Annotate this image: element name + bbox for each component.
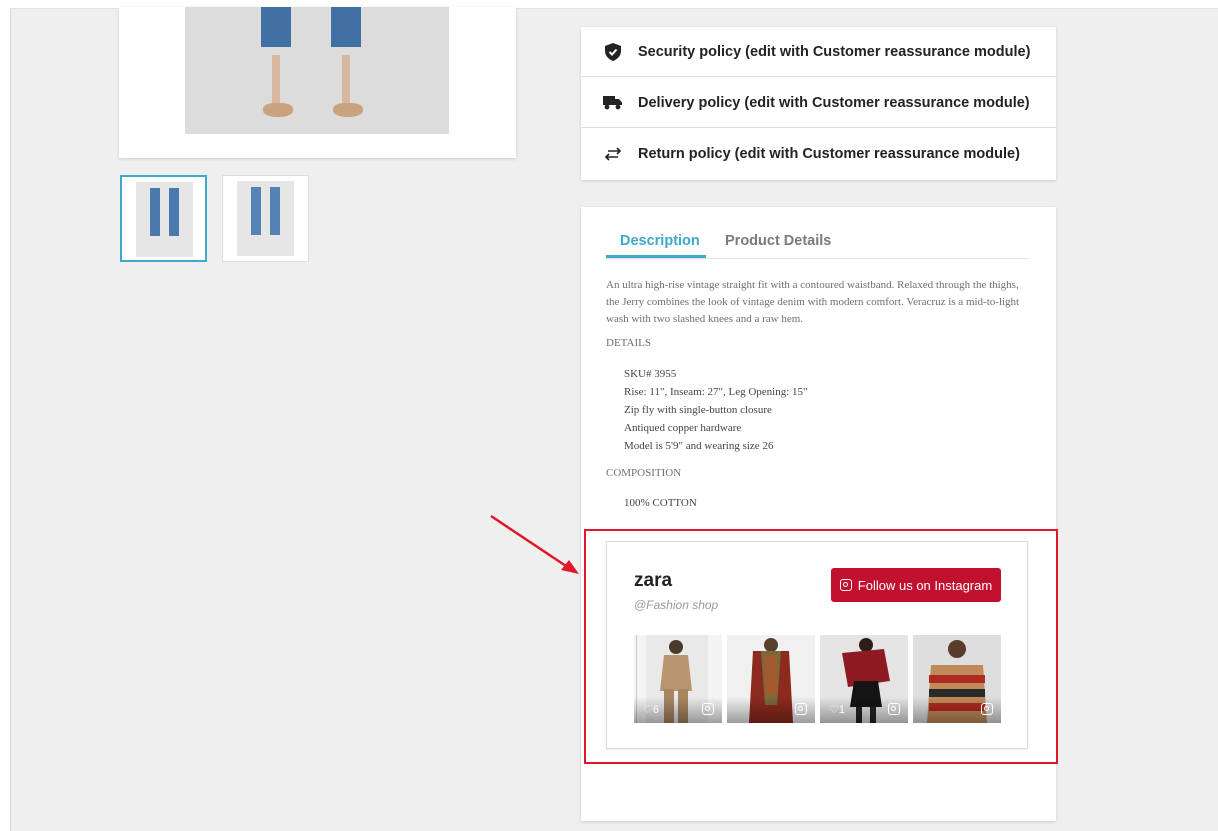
annotation-arrow-icon <box>490 514 579 574</box>
follow-instagram-button[interactable]: Follow us on Instagram <box>831 568 1001 602</box>
instagram-account-name[interactable]: zara <box>634 570 672 592</box>
thumbnail-front[interactable] <box>120 175 207 262</box>
instagram-post[interactable] <box>913 635 1001 723</box>
jeans-left-leg <box>261 7 291 47</box>
composition-value: 100% COTTON <box>624 497 697 509</box>
delivery-policy-label: Delivery policy (edit with Customer reas… <box>638 94 1030 111</box>
instagram-icon <box>702 703 714 715</box>
product-tabs: Description Product Details <box>606 231 1028 259</box>
jeans-right-leg <box>331 7 361 47</box>
instagram-handle: @Fashion shop <box>634 598 719 612</box>
security-policy-label: Security policy (edit with Customer reas… <box>638 43 1031 60</box>
shield-check-icon <box>602 42 624 61</box>
swap-arrows-icon <box>602 147 624 161</box>
instagram-post[interactable]: ♡1 <box>820 635 908 723</box>
instagram-post[interactable]: ♡6 <box>634 635 722 723</box>
main-product-image[interactable] <box>119 7 516 158</box>
left-ankle <box>272 55 280 105</box>
right-shoe <box>333 103 363 117</box>
composition-heading: COMPOSITION <box>606 467 682 479</box>
post-likes: ♡1 <box>829 704 845 716</box>
truck-icon <box>602 95 624 110</box>
instagram-feed-widget: zara @Fashion shop Follow us on Instagra… <box>606 541 1028 749</box>
instagram-gallery: ♡6 ♡1 <box>634 635 1002 723</box>
return-policy-row[interactable]: Return policy (edit with Customer reassu… <box>581 129 1056 179</box>
page-background: Security policy (edit with Customer reas… <box>10 7 1218 831</box>
delivery-policy-row[interactable]: Delivery policy (edit with Customer reas… <box>581 78 1056 128</box>
thumbnail-back[interactable] <box>222 175 309 262</box>
reassurance-block: Security policy (edit with Customer reas… <box>581 27 1056 180</box>
details-item: SKU# 3955 <box>624 368 677 380</box>
tab-product-details[interactable]: Product Details <box>725 233 831 249</box>
instagram-icon <box>981 703 993 715</box>
instagram-icon <box>888 703 900 715</box>
details-item: Antiqued copper hardware <box>624 422 742 434</box>
details-heading: DETAILS <box>606 337 651 349</box>
product-photo <box>185 7 449 134</box>
post-likes: ♡6 <box>643 704 659 716</box>
security-policy-row[interactable]: Security policy (edit with Customer reas… <box>581 27 1056 77</box>
active-tab-indicator <box>606 255 706 258</box>
tab-description[interactable]: Description <box>620 233 700 249</box>
details-item: Rise: 11", Inseam: 27", Leg Opening: 15" <box>624 386 808 398</box>
instagram-icon <box>839 579 852 591</box>
instagram-icon <box>795 703 807 715</box>
details-item: Zip fly with single-button closure <box>624 404 772 416</box>
right-ankle <box>342 55 350 105</box>
details-list: SKU# 3955 Rise: 11", Inseam: 27", Leg Op… <box>624 366 808 456</box>
return-policy-label: Return policy (edit with Customer reassu… <box>638 146 1020 162</box>
details-item: Model is 5'9" and wearing size 26 <box>624 440 774 452</box>
follow-button-label: Follow us on Instagram <box>857 577 993 593</box>
description-paragraph: An ultra high-rise vintage straight fit … <box>606 279 1020 325</box>
left-shoe <box>263 103 293 117</box>
instagram-post[interactable] <box>727 635 815 723</box>
